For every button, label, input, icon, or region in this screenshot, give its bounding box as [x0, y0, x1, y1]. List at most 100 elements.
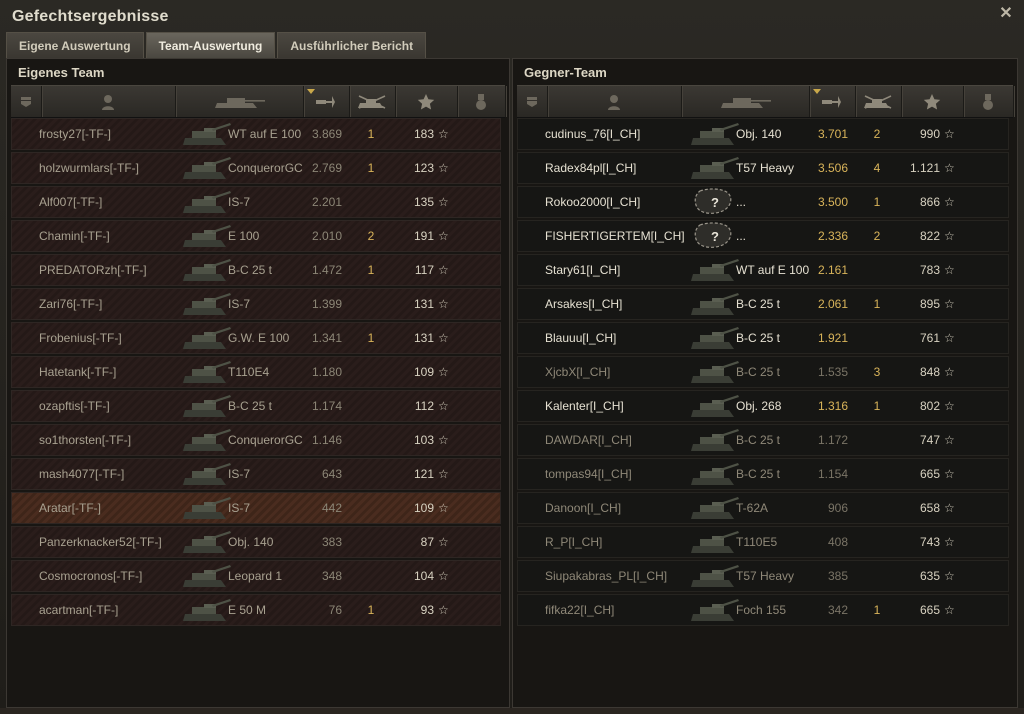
kills-value: 4 — [873, 161, 881, 175]
table-row[interactable]: Hatetank[-TF-] T110E4 1.180 109 ☆ — [11, 356, 501, 388]
damage-value: 442 — [321, 501, 342, 515]
column-header-squad[interactable] — [517, 86, 548, 117]
table-row[interactable]: R_P[I_CH] T110E5 408 743 ☆ — [517, 526, 1009, 558]
xp-star-icon: ☆ — [944, 229, 955, 243]
table-row[interactable]: Cosmocronos[-TF-] Leopard 1 348 104 ☆ — [11, 560, 501, 592]
kills-value — [361, 289, 381, 319]
tank-name: Obj. 140 — [736, 127, 782, 141]
xp-star-icon: ☆ — [438, 161, 449, 175]
tab-eigene-auswertung[interactable]: Eigene Auswertung — [6, 32, 144, 58]
kills-value: 1 — [367, 161, 375, 175]
tank-icon — [211, 94, 267, 110]
table-row[interactable]: FISHERTIGERTEM[I_CH]?... 2.336 2 822 ☆ — [517, 220, 1009, 252]
kills-value: 1 — [873, 297, 881, 311]
table-row[interactable]: Kalenter[I_CH] Obj. 268 1.316 1 802 ☆ — [517, 390, 1009, 422]
table-row[interactable]: Chamin[-TF-] E 100 2.010 2 191 ☆ — [11, 220, 501, 252]
tank-name: B-C 25 t — [736, 433, 781, 447]
player-name: R_P[I_CH] — [545, 535, 603, 549]
damage-value: 1.180 — [311, 365, 342, 379]
column-header-damage[interactable] — [303, 86, 350, 117]
damage-value: 2.769 — [311, 161, 342, 175]
table-row[interactable]: tompas94[I_CH] B-C 25 t 1.154 665 ☆ — [517, 458, 1009, 490]
title-bar[interactable]: Gefechtsergebnisse ✕ — [0, 0, 1024, 32]
xp-value: 104 — [413, 569, 434, 583]
kills-value — [867, 561, 887, 591]
kills-value: 3 — [873, 365, 881, 379]
close-icon[interactable]: ✕ — [998, 6, 1014, 22]
xp-star-icon: ☆ — [438, 467, 449, 481]
table-row[interactable]: Aratar[-TF-] IS-7 442 109 ☆ — [11, 492, 501, 524]
table-row[interactable]: holzwurmlars[-TF-] ConquerorGC 2.769 1 123 ☆ — [11, 152, 501, 184]
column-header-kills[interactable] — [855, 86, 902, 117]
column-header-tank[interactable] — [681, 86, 810, 117]
xp-value: 665 — [919, 467, 940, 481]
damage-icon — [314, 94, 338, 110]
column-header-xp-star[interactable] — [901, 86, 964, 117]
tank-icon — [182, 289, 232, 319]
column-header-tank[interactable] — [175, 86, 304, 117]
table-row[interactable]: DAWDAR[I_CH] B-C 25 t 1.172 747 ☆ — [517, 424, 1009, 456]
tank-icon — [690, 459, 740, 489]
column-header-kills[interactable] — [349, 86, 396, 117]
table-row[interactable]: so1thorsten[-TF-] ConquerorGC 1.146 103 ☆ — [11, 424, 501, 456]
svg-text:?: ? — [711, 195, 719, 210]
table-row[interactable]: cudinus_76[I_CH] Obj. 140 3.701 2 990 ☆ — [517, 118, 1009, 150]
tank-icon — [182, 323, 232, 353]
table-row[interactable]: Rokoo2000[I_CH]?... 3.500 1 866 ☆ — [517, 186, 1009, 218]
kills-icon — [357, 94, 387, 110]
table-row[interactable]: Danoon[I_CH] T-62A 906 658 ☆ — [517, 492, 1009, 524]
xp-value: 990 — [919, 127, 940, 141]
column-header-damage[interactable] — [809, 86, 856, 117]
player-name: mash4077[-TF-] — [39, 467, 125, 481]
enemy-team-title: Gegner-Team — [524, 65, 607, 80]
xp-value: 802 — [919, 399, 940, 413]
tank-name: Foch 155 — [736, 603, 787, 617]
tank-name: B-C 25 t — [736, 467, 781, 481]
svg-text:?: ? — [711, 229, 719, 244]
column-header-medal[interactable] — [457, 86, 506, 117]
tank-icon — [690, 493, 740, 523]
own-team-header — [11, 85, 506, 118]
player-name: Siupakabras_PL[I_CH] — [545, 569, 668, 583]
table-row[interactable]: XjcbX[I_CH] B-C 25 t 1.535 3 848 ☆ — [517, 356, 1009, 388]
table-row[interactable]: mash4077[-TF-] IS-7 643 121 ☆ — [11, 458, 501, 490]
column-header-player[interactable] — [41, 86, 176, 117]
damage-value: 3.500 — [817, 195, 848, 209]
table-row[interactable]: acartman[-TF-] E 50 M 76 1 93 ☆ — [11, 594, 501, 626]
tab-ausfuehrlicher-bericht[interactable]: Ausführlicher Bericht — [277, 32, 427, 58]
player-name: Frobenius[-TF-] — [39, 331, 122, 345]
xp-star-icon: ☆ — [944, 331, 955, 345]
player-name: Danoon[I_CH] — [545, 501, 622, 515]
table-row[interactable]: Stary61[I_CH] WT auf E 100 2.161 783 ☆ — [517, 254, 1009, 286]
column-header-player[interactable] — [547, 86, 682, 117]
xp-star-icon: ☆ — [438, 195, 449, 209]
kills-icon — [863, 94, 893, 110]
table-row[interactable]: Panzerknacker52[-TF-] Obj. 140 383 87 ☆ — [11, 526, 501, 558]
kills-value: 2 — [873, 127, 881, 141]
column-header-xp-star[interactable] — [395, 86, 458, 117]
table-row[interactable]: Radex84pl[I_CH] T57 Heavy 3.506 4 1.121 ☆ — [517, 152, 1009, 184]
column-header-medal[interactable] — [963, 86, 1014, 117]
table-row[interactable]: Blauuu[I_CH] B-C 25 t 1.921 761 ☆ — [517, 322, 1009, 354]
tank-icon — [182, 493, 232, 523]
xp-star-icon: ☆ — [944, 399, 955, 413]
table-row[interactable]: fifka22[I_CH] Foch 155 342 1 665 ☆ — [517, 594, 1009, 626]
damage-value: 2.201 — [311, 195, 342, 209]
table-row[interactable]: Frobenius[-TF-] G.W. E 100 1.341 1 131 ☆ — [11, 322, 501, 354]
table-row[interactable]: Arsakes[I_CH] B-C 25 t 2.061 1 895 ☆ — [517, 288, 1009, 320]
column-header-squad[interactable] — [11, 86, 42, 117]
medal-icon — [982, 93, 994, 111]
kills-value: 1 — [367, 331, 375, 345]
table-row[interactable]: Siupakabras_PL[I_CH] T57 Heavy 385 635 ☆ — [517, 560, 1009, 592]
table-row[interactable]: Zari76[-TF-] IS-7 1.399 131 ☆ — [11, 288, 501, 320]
kills-value — [361, 425, 381, 455]
xp-value: 112 — [414, 399, 434, 413]
table-row[interactable]: frosty27[-TF-] WT auf E 100 3.869 1 183 ☆ — [11, 118, 501, 150]
damage-value: 643 — [321, 467, 342, 481]
damage-value: 385 — [827, 569, 848, 583]
table-row[interactable]: ozapftis[-TF-] B-C 25 t 1.174 112 ☆ — [11, 390, 501, 422]
table-row[interactable]: PREDATORzh[-TF-] B-C 25 t 1.472 1 117 ☆ — [11, 254, 501, 286]
tab-team-auswertung[interactable]: Team-Auswertung — [145, 32, 276, 58]
tank-icon: ? — [690, 187, 740, 217]
table-row[interactable]: Alf007[-TF-] IS-7 2.201 135 ☆ — [11, 186, 501, 218]
